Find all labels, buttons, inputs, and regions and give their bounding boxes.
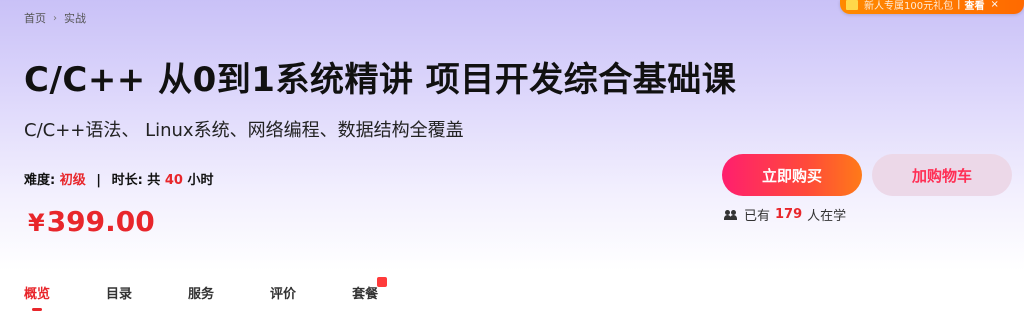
tab-package[interactable]: 套餐 (352, 277, 388, 302)
duration-prefix: 共 (147, 173, 161, 188)
tab-catalog[interactable]: 目录 (106, 283, 132, 302)
hot-badge-icon (377, 277, 388, 287)
close-icon[interactable]: × (990, 0, 998, 10)
learner-prefix: 已有 (744, 209, 771, 224)
gift-icon (846, 0, 858, 10)
tab-reviews[interactable]: 评价 (270, 283, 296, 302)
tab-overview[interactable]: 概览 (24, 283, 50, 311)
breadcrumb: 首页 › 实战 (24, 10, 86, 26)
tab-package-label: 套餐 (352, 287, 379, 302)
tab-service[interactable]: 服务 (188, 283, 214, 302)
promo-divider: | (957, 0, 961, 10)
difficulty-value: 初级 (59, 173, 86, 188)
currency-symbol: ¥ (28, 209, 45, 237)
add-to-cart-button[interactable]: 加购物车 (872, 154, 1012, 196)
course-price: ¥399.00 (28, 205, 155, 238)
learner-number: 179 (775, 207, 803, 222)
duration-value: 40 (164, 173, 183, 188)
promo-view-link[interactable]: 查看 (964, 0, 984, 12)
course-title: C/C++ 从0到1系统精讲 项目开发综合基础课 (24, 60, 737, 100)
chevron-right-icon: › (53, 12, 57, 24)
learner-suffix: 人在学 (807, 209, 847, 224)
learner-count: 已有 179 人在学 (724, 205, 846, 224)
promo-banner[interactable]: 新人专属100元礼包 | 查看 × (840, 0, 1024, 14)
course-subtitle: C/C++语法、 Linux系统、网络编程、数据结构全覆盖 (24, 120, 464, 141)
breadcrumb-current[interactable]: 实战 (64, 10, 86, 26)
course-meta: 难度: 初级 | 时长: 共 40 小时 (24, 169, 213, 188)
duration-label: 时长: (111, 173, 143, 188)
course-tabs: 概览 目录 服务 评价 套餐 (24, 277, 434, 311)
difficulty-label: 难度: (24, 173, 56, 188)
buy-now-button[interactable]: 立即购买 (722, 154, 862, 196)
promo-text: 新人专属100元礼包 (864, 0, 954, 12)
duration-unit: 小时 (187, 173, 214, 188)
meta-separator: | (96, 173, 102, 188)
price-amount: 399.00 (46, 205, 155, 238)
users-icon (724, 209, 738, 220)
breadcrumb-home[interactable]: 首页 (24, 10, 46, 26)
